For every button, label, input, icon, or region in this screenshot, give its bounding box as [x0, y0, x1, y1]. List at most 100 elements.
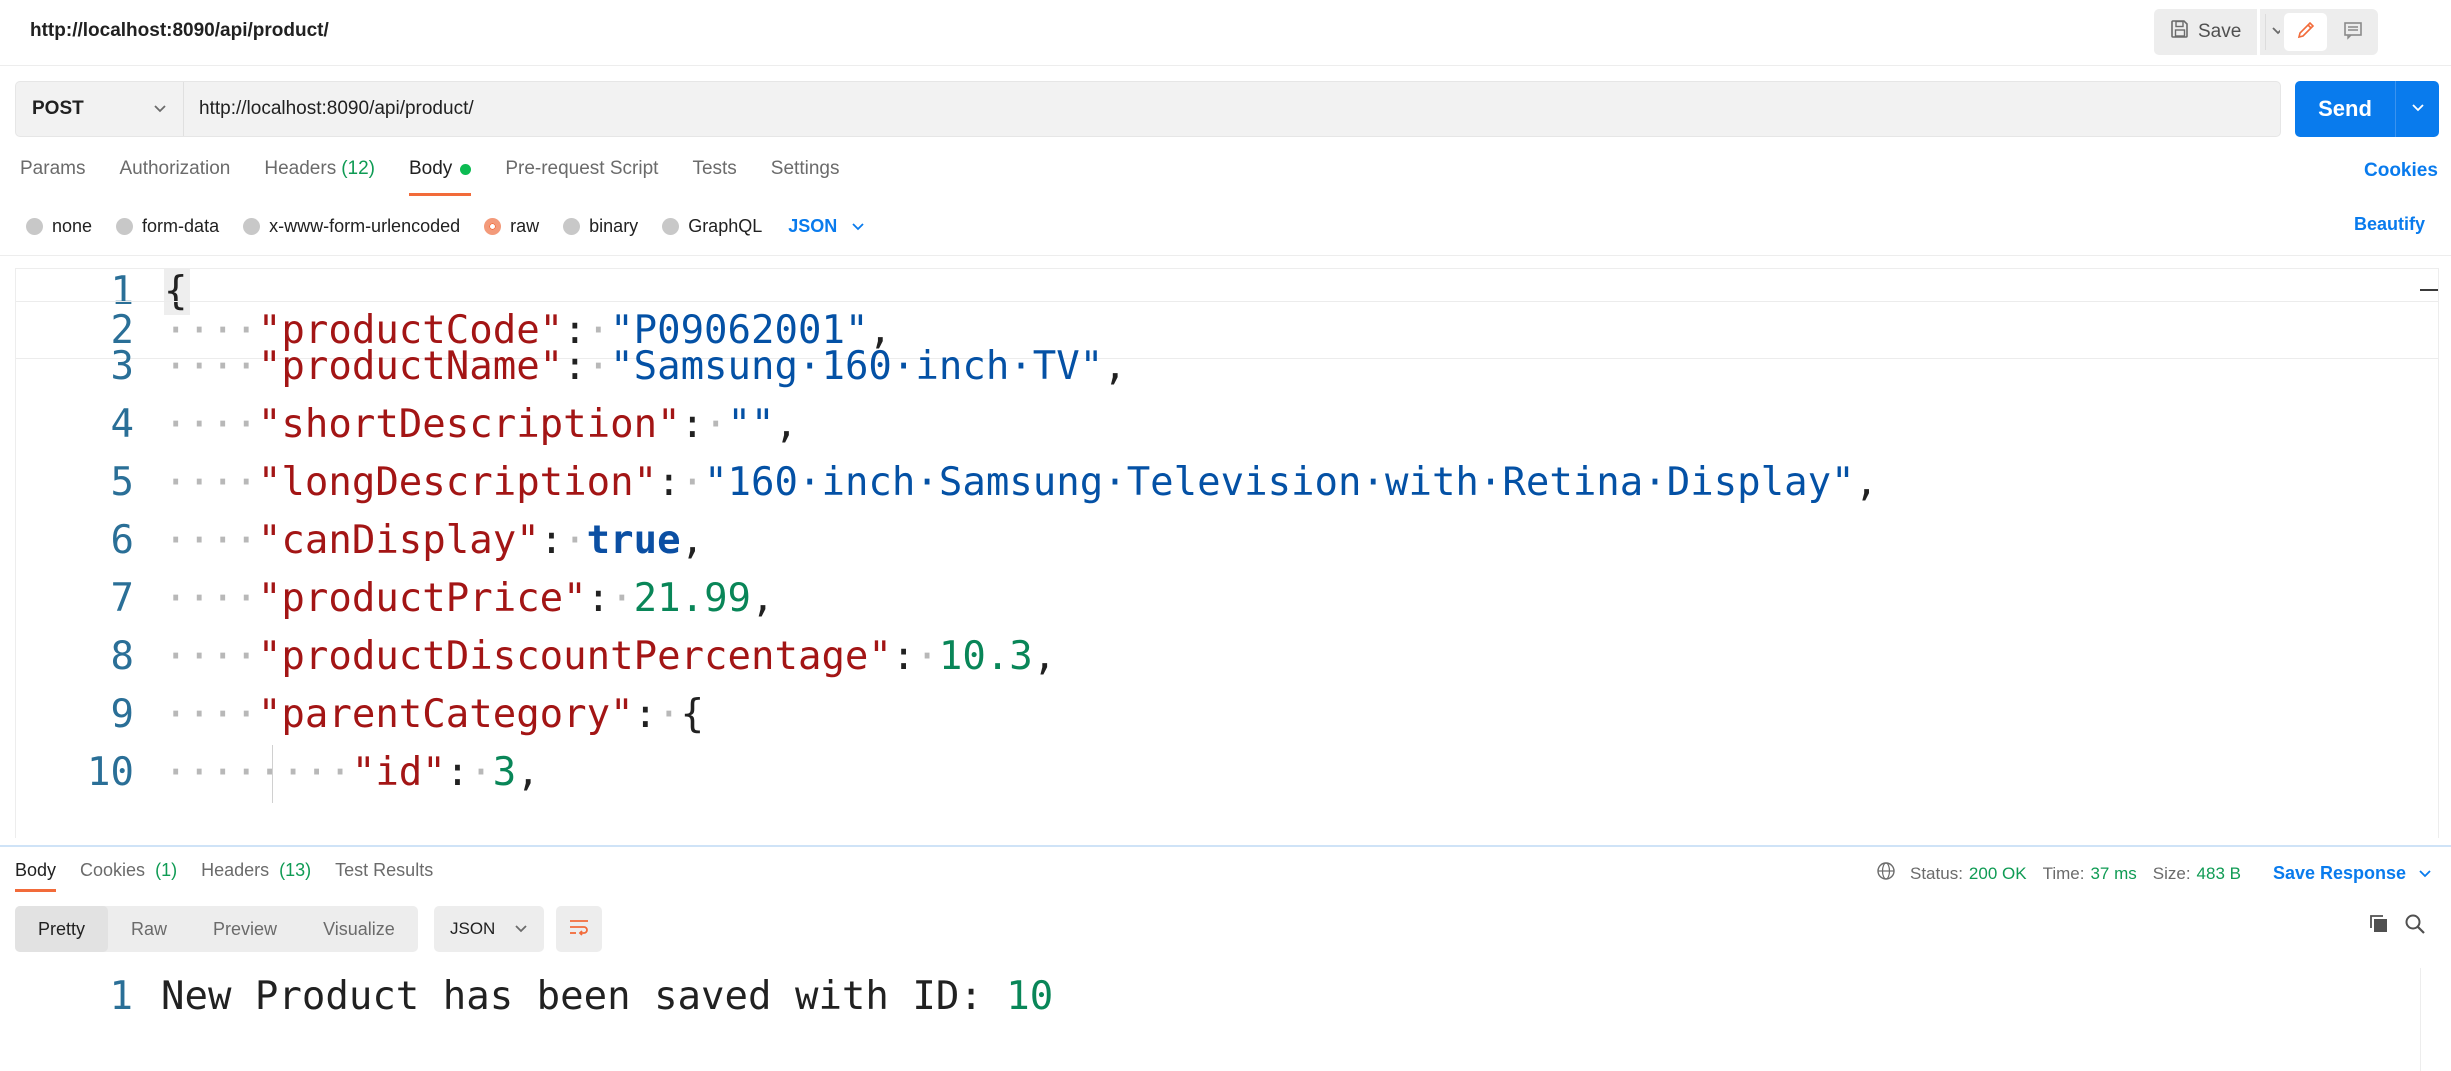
globe-icon[interactable]: [1876, 861, 1896, 886]
line-number: 4: [110, 402, 134, 447]
wrap-lines-icon: [567, 916, 591, 943]
save-label: Save: [2198, 21, 2242, 42]
language-select[interactable]: JSON: [788, 216, 865, 237]
tab-authorization[interactable]: Authorization: [119, 158, 230, 196]
tab-body[interactable]: Body: [409, 158, 472, 196]
headers-count: (13): [279, 860, 312, 880]
json-key: "productPrice": [257, 576, 587, 621]
radio-label: form-data: [142, 215, 220, 236]
cookies-count: (1): [155, 860, 178, 880]
tab-label: Settings: [770, 158, 840, 179]
response-tab-body[interactable]: Body: [15, 860, 57, 892]
radio-button-selected[interactable]: [484, 217, 502, 235]
response-message: New Product has been saved with ID:: [161, 974, 1007, 1019]
method-select[interactable]: POST: [16, 82, 184, 136]
request-bar: POST: [15, 81, 2281, 137]
format-raw[interactable]: Raw: [108, 906, 190, 952]
request-title[interactable]: http://localhost:8090/api/product/: [30, 20, 329, 42]
comments-mode-button[interactable]: [2331, 13, 2374, 51]
body-type-urlencoded[interactable]: x-www-form-urlencoded: [243, 216, 460, 237]
time-value[interactable]: 37 ms: [2090, 864, 2136, 884]
body-type-binary[interactable]: binary: [563, 216, 638, 237]
body-type-form-data[interactable]: form-data: [116, 216, 219, 237]
json-value: 3: [492, 750, 517, 795]
tab-params[interactable]: Params: [20, 158, 85, 196]
tab-label: Headers: [201, 860, 270, 880]
response-tabs: Body Cookies (1) Headers (13) Test Resul…: [15, 860, 457, 892]
chevron-down-icon: [514, 919, 528, 939]
code-line: 5 ····"longDescription":·"160·inch·Samsu…: [16, 454, 2438, 512]
tab-label: Tests: [692, 158, 737, 179]
format-pretty[interactable]: Pretty: [15, 906, 109, 952]
radio-button[interactable]: [243, 217, 261, 235]
radio-button[interactable]: [662, 217, 680, 235]
code-text: ····"shortDescription":·"",: [164, 402, 798, 447]
response-tab-cookies[interactable]: Cookies (1): [80, 860, 177, 892]
json-key: "productName": [257, 344, 564, 389]
save-response-label: Save Response: [2272, 863, 2407, 883]
line-number: 9: [110, 692, 134, 737]
copy-icon[interactable]: [2368, 913, 2390, 940]
wrap-lines-button[interactable]: [556, 906, 602, 952]
save-group: Save: [2154, 9, 2297, 55]
radio-label: raw: [510, 215, 540, 236]
save-button[interactable]: Save: [2154, 9, 2258, 55]
tab-headers[interactable]: Headers (12): [264, 158, 375, 196]
body-type-raw[interactable]: raw: [484, 216, 539, 237]
json-key: "longDescription": [257, 460, 658, 505]
send-dropdown-button[interactable]: [2395, 81, 2439, 137]
code-line: 8 ····"productDiscountPercentage":·10.3,: [16, 628, 2438, 686]
tab-label: Authorization: [119, 158, 231, 179]
tab-label: Pre-request Script: [505, 158, 659, 179]
code-text: ····"productDiscountPercentage":·10.3,: [164, 634, 1057, 679]
save-response-button[interactable]: Save Response: [2273, 863, 2432, 884]
code-line: 9 ····"parentCategory":·{: [16, 686, 2438, 744]
response-divider[interactable]: [0, 845, 2451, 847]
json-value: "160·inch·Samsung·Television·with·Retina…: [704, 460, 1855, 505]
response-tab-headers[interactable]: Headers (13): [201, 860, 311, 892]
code-line: 10 ········"id":·3,: [16, 744, 2438, 802]
code-line: 3 ····"productName":·"Samsung·160·inch·T…: [16, 338, 2438, 396]
url-input[interactable]: [184, 82, 2280, 136]
response-text: New Product has been saved with ID: 10: [161, 968, 1053, 1026]
status-value[interactable]: 200 OK: [1969, 864, 2027, 884]
tab-pre-request-script[interactable]: Pre-request Script: [505, 158, 658, 196]
response-tab-test-results[interactable]: Test Results: [335, 860, 433, 892]
edit-mode-button[interactable]: [2284, 13, 2327, 51]
request-body-editor[interactable]: 1 { 2 ····"productCode":·"P09062001", 3 …: [15, 268, 2439, 838]
top-bar: http://localhost:8090/api/product/ Save: [0, 0, 2451, 66]
format-visualize[interactable]: Visualize: [300, 906, 418, 952]
time-label: Time:: [2042, 863, 2085, 883]
response-actions: [2368, 913, 2426, 940]
tab-label: Body: [409, 158, 453, 179]
tab-label: Cookies: [80, 860, 146, 880]
line-number: 6: [110, 518, 134, 563]
json-key: "id": [351, 750, 446, 795]
response-language-select[interactable]: JSON: [434, 906, 544, 952]
beautify-button[interactable]: Beautify: [2354, 214, 2425, 235]
response-id: 10: [1006, 974, 1054, 1019]
format-preview[interactable]: Preview: [190, 906, 300, 952]
save-icon: [2170, 19, 2190, 45]
radio-label: binary: [589, 215, 639, 236]
radio-button[interactable]: [26, 217, 43, 235]
body-type-none[interactable]: none: [26, 216, 92, 237]
body-type-graphql[interactable]: GraphQL: [662, 216, 762, 237]
radio-button[interactable]: [116, 217, 134, 235]
json-key: "parentCategory": [257, 692, 634, 737]
response-body-viewer[interactable]: 1 New Product has been saved with ID: 10: [15, 968, 2421, 1071]
line-number: 1: [109, 974, 133, 1019]
body-indicator-dot: [460, 164, 472, 175]
tab-tests[interactable]: Tests: [692, 158, 736, 196]
radio-button[interactable]: [563, 217, 581, 235]
cookies-link[interactable]: Cookies: [2364, 160, 2438, 182]
size-value[interactable]: 483 B: [2197, 864, 2241, 884]
radio-label: GraphQL: [688, 215, 763, 236]
search-icon[interactable]: [2404, 913, 2426, 940]
response-format-tabs: Pretty Raw Preview Visualize: [15, 906, 418, 952]
tab-settings[interactable]: Settings: [771, 158, 840, 196]
divider: [0, 255, 2451, 256]
code-text: ····"productPrice":·21.99,: [164, 576, 775, 621]
tab-label: Test Results: [335, 860, 434, 880]
send-button[interactable]: Send: [2295, 81, 2395, 137]
